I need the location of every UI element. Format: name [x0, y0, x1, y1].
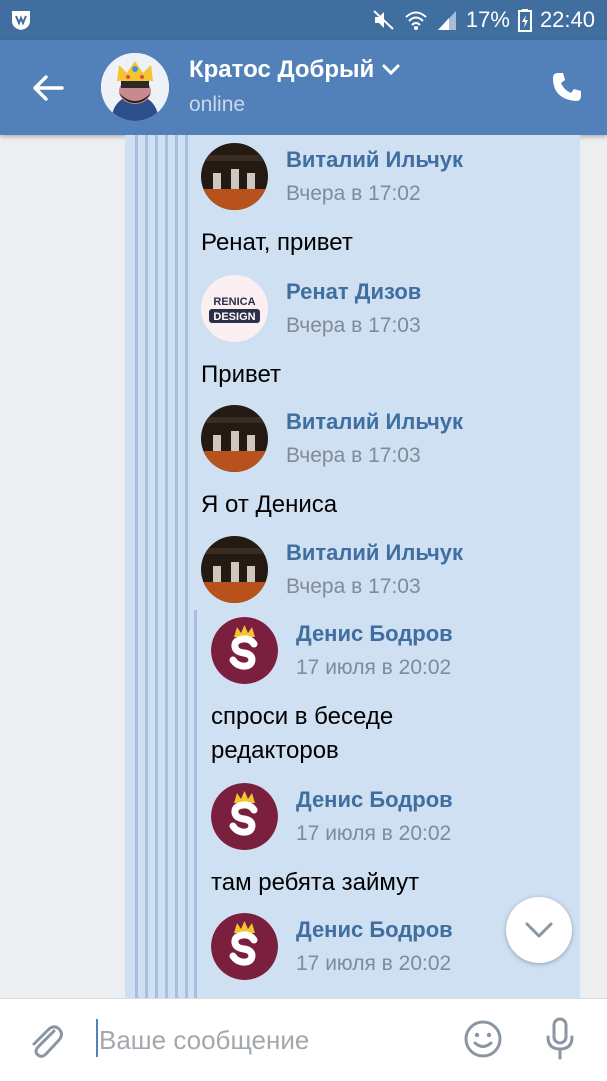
status-icons: 17% 22:40 [372, 6, 595, 34]
quote-line [135, 135, 138, 998]
quote-line [194, 610, 197, 998]
battery-percent: 17% [465, 7, 510, 32]
wifi-icon [405, 11, 427, 30]
message-time: Вчера в 17:03 [286, 575, 421, 598]
microphone-icon[interactable] [543, 1017, 577, 1061]
s-logo-avatar-icon [211, 783, 278, 850]
chat-avatar[interactable] [101, 53, 169, 121]
chat-status: online [189, 93, 246, 116]
message-time: Вчера в 17:02 [286, 182, 421, 205]
quote-line [155, 135, 158, 998]
s-logo-avatar-icon [211, 617, 278, 684]
sender-name[interactable]: Ренат Дизов [286, 279, 421, 305]
avatar[interactable] [201, 536, 268, 603]
vk-icon [12, 11, 30, 30]
message-text: спроси в беседе редакторов [211, 703, 394, 764]
scroll-down-icon [525, 922, 553, 938]
message-text: Я от Дениса [201, 491, 338, 518]
sender-name[interactable]: Виталий Ильчук [286, 540, 463, 566]
message-time: 17 июля в 20:02 [296, 656, 452, 679]
avatar[interactable] [201, 143, 268, 210]
chevron-down-icon [382, 64, 400, 76]
avatar[interactable] [211, 783, 278, 850]
sender-name[interactable]: Виталий Ильчук [286, 147, 463, 173]
chat-header: Кратос Добрый online [0, 40, 607, 135]
photo-avatar-icon [201, 536, 268, 603]
paperclip-icon[interactable] [28, 1021, 64, 1061]
sender-name[interactable]: Виталий Ильчук [286, 409, 463, 435]
quote-line [185, 135, 188, 998]
message-time: Вчера в 17:03 [286, 314, 421, 337]
avatar[interactable] [201, 405, 268, 472]
king-avatar-icon [101, 53, 169, 121]
logo-line-1: RENICA [213, 296, 255, 308]
photo-avatar-icon [201, 143, 268, 210]
message-list[interactable]: Виталий Ильчук Вчера в 17:02 Ренат, прив… [0, 135, 607, 998]
battery-icon [517, 9, 532, 32]
scroll-down-button[interactable] [506, 897, 572, 963]
status-bar: 17% 22:40 [0, 0, 607, 40]
quote-line [175, 135, 178, 998]
message-input[interactable]: Ваше сообщение [96, 1017, 436, 1059]
mute-icon [373, 10, 394, 30]
photo-avatar-icon [201, 405, 268, 472]
avatar[interactable] [211, 913, 278, 980]
phone-icon[interactable] [551, 71, 583, 103]
chat-title-text: Кратос Добрый [189, 56, 375, 83]
sender-name[interactable]: Денис Бодров [296, 787, 453, 813]
avatar[interactable]: RENICA DESIGN [201, 275, 268, 342]
quote-line [145, 135, 148, 998]
clock: 22:40 [539, 7, 595, 32]
text-caret [96, 1019, 98, 1057]
renica-design-logo-icon: RENICA DESIGN [201, 275, 268, 342]
message-time: 17 июля в 20:02 [296, 822, 452, 845]
quote-line [165, 135, 168, 998]
smile-icon[interactable] [463, 1019, 503, 1059]
logo-line-2: DESIGN [213, 311, 255, 323]
message-time: 17 июля в 20:02 [296, 952, 452, 975]
chat-title[interactable]: Кратос Добрый [189, 56, 400, 84]
sender-name[interactable]: Денис Бодров [296, 917, 453, 943]
message-text: там ребята займут [211, 869, 420, 896]
message-text: Ренат, привет [201, 229, 353, 256]
s-logo-avatar-icon [211, 913, 278, 980]
message-composer: Ваше сообщение [0, 998, 607, 1081]
message-input-placeholder: Ваше сообщение [99, 1025, 310, 1055]
signal-icon [437, 11, 456, 30]
avatar[interactable] [211, 617, 278, 684]
message-time: Вчера в 17:03 [286, 444, 421, 467]
message-text: Привет [201, 361, 282, 388]
back-arrow-icon[interactable] [30, 71, 66, 105]
sender-name[interactable]: Денис Бодров [296, 621, 453, 647]
